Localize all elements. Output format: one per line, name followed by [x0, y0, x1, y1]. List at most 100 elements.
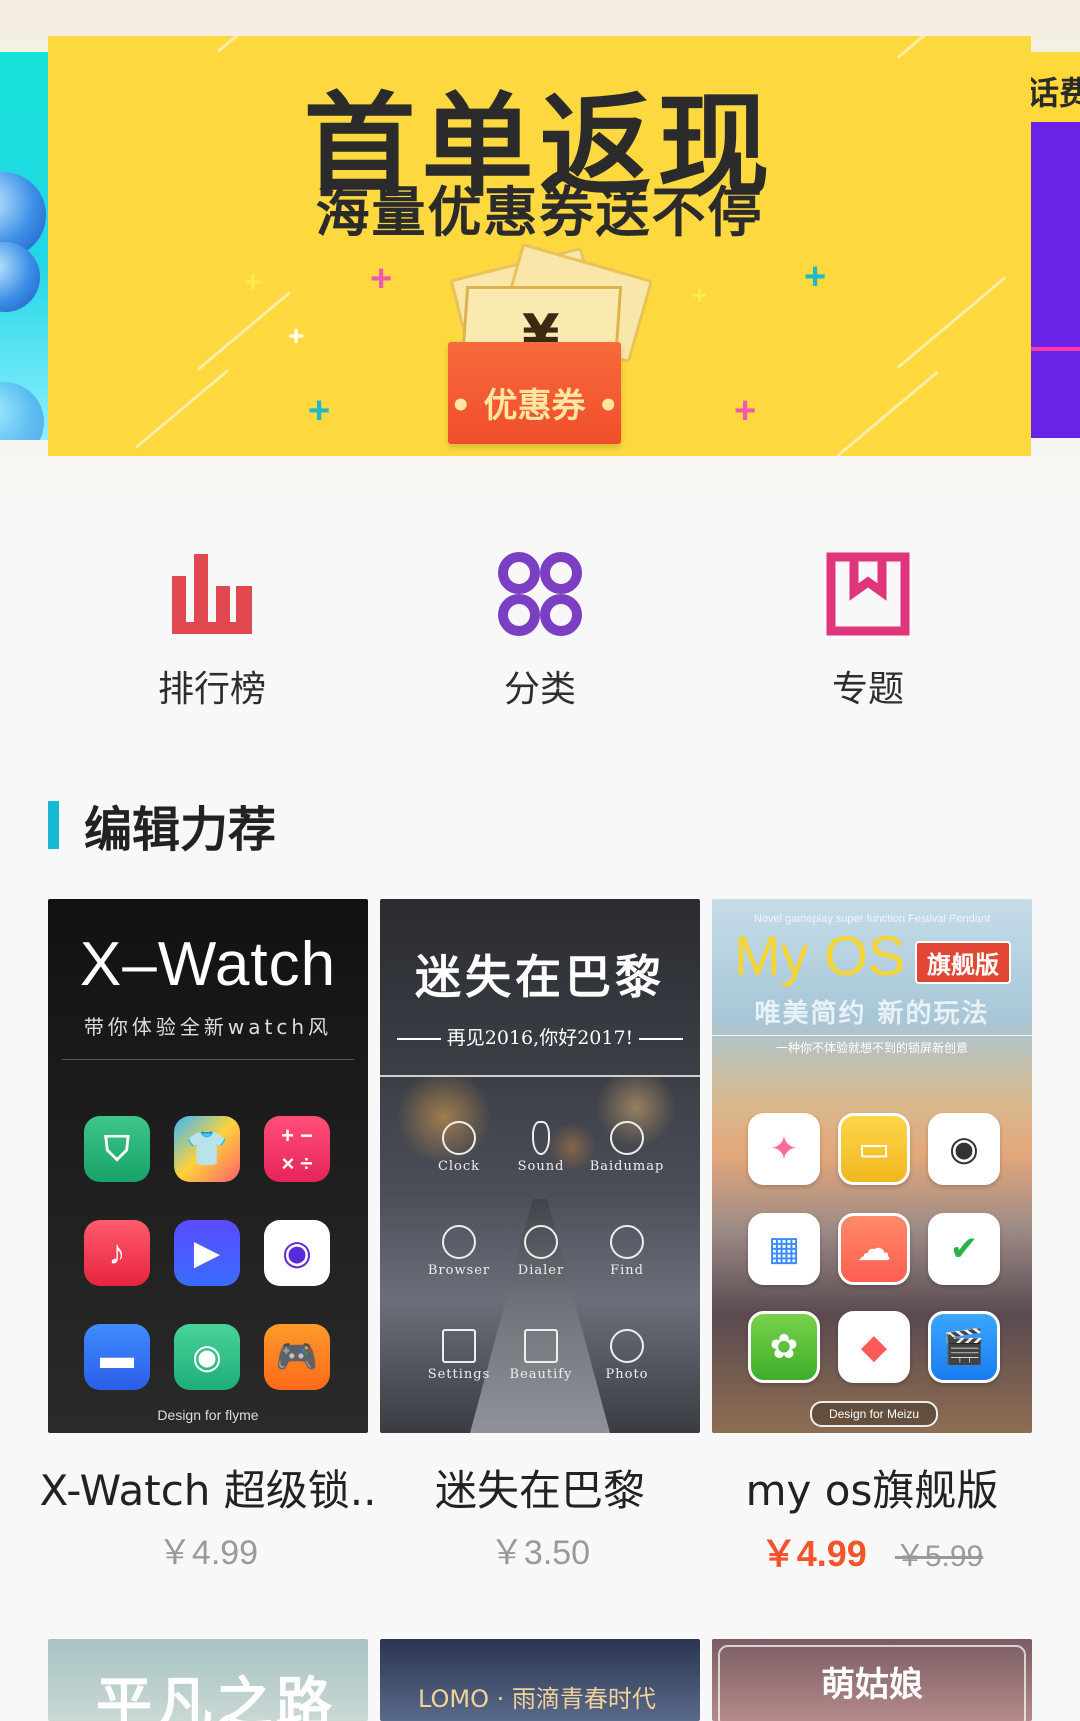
eye-icon: ◉: [174, 1324, 240, 1390]
shield-icon: ⛉: [84, 1116, 150, 1182]
thumb-subtitle: 带你体验全新watch风: [83, 1015, 333, 1039]
sound-icon: Sound: [496, 1121, 586, 1174]
original-price: ￥5.99: [894, 1540, 984, 1573]
banner-deco-line: [837, 370, 939, 456]
beautify-icon: Beautify: [496, 1329, 586, 1382]
bubble-decoration: [0, 242, 40, 312]
nav-topic[interactable]: 专题: [768, 548, 968, 710]
thumb-title: X–Watch: [79, 930, 337, 999]
thumb-title: 迷失在巴黎: [415, 950, 665, 1004]
thumb-footer: Design for Meizu: [810, 1401, 938, 1427]
theme-name: 迷失在巴黎: [434, 1466, 645, 1515]
nav-ranking-label: 排行榜: [157, 669, 266, 710]
promo-banner[interactable]: 首单返现 海量优惠券送不停 + + + + + + + ¥ • 优惠券 •: [48, 36, 1031, 456]
theme-price: ￥3.50: [489, 1534, 591, 1572]
shirt-icon: 👕: [174, 1116, 240, 1182]
next-banner-stripe: [1031, 347, 1080, 351]
bubble-decoration: [0, 382, 44, 440]
theme-name: my os旗舰版: [745, 1466, 999, 1515]
theme-thumbnail[interactable]: X–Watch 带你体验全新watch风 ⛉ 👕 + − × ÷ ♪ ▶ ◉ ▬ …: [48, 899, 368, 1433]
thumb-badge: 旗舰版: [915, 941, 1011, 984]
banner-subtitle: 海量优惠券送不停: [315, 181, 764, 244]
banner-deco-line: [897, 276, 1007, 369]
find-icon: Find: [582, 1225, 672, 1278]
thumb-title: 萌姑娘: [821, 1665, 923, 1705]
notes-icon: ▭: [838, 1113, 910, 1185]
icon-label: Find: [610, 1263, 644, 1278]
dialer-icon: Dialer: [496, 1225, 586, 1278]
security-shield-icon: ✔: [928, 1213, 1000, 1285]
clapper-icon: 🎬: [928, 1311, 1000, 1383]
theme-card-row2-3[interactable]: 萌姑娘: [712, 1639, 1032, 1721]
thumb-title: 平凡之路: [96, 1671, 336, 1721]
nav-category-label: 分类: [503, 669, 576, 710]
theme-card-row2-2[interactable]: LOMO · 雨滴青春时代: [380, 1639, 700, 1721]
plus-decoration: +: [308, 390, 331, 432]
camera-icon: ◉: [928, 1113, 1000, 1185]
thumb-divider: [62, 1059, 354, 1060]
plus-decoration: +: [288, 320, 305, 351]
theme-thumbnail[interactable]: 迷失在巴黎 再见2016,你好2017! Clock Sound Baiduma…: [380, 899, 700, 1433]
clock-icon: Clock: [414, 1121, 504, 1174]
apps-grid-icon: ▦: [748, 1213, 820, 1285]
gamepad-icon: 🎮: [264, 1324, 330, 1390]
banner-next-peek[interactable]: 话费 ⌄: [1031, 52, 1080, 438]
plus-decoration: +: [370, 258, 393, 300]
theme-card-row2-1[interactable]: 平凡之路: [48, 1639, 368, 1721]
thumb-footer: Design for flyme: [157, 1407, 259, 1423]
next-banner-text: 话费: [1031, 74, 1080, 112]
theme-thumbnail[interactable]: Novel gameplay super function Festival P…: [712, 899, 1032, 1433]
icon-label: Beautify: [509, 1367, 573, 1382]
icon-label: Dialer: [517, 1263, 565, 1278]
nav-topic-label: 专题: [831, 669, 904, 710]
plus-decoration: +: [692, 280, 708, 310]
thumb-tagline-small: 一种你不体验就想不到的锁屏新创意: [775, 1041, 968, 1055]
thumb-tagline: 唯美简约 新的玩法: [754, 999, 990, 1029]
music-icon: ♪: [84, 1220, 150, 1286]
sale-price: ￥4.99: [760, 1533, 867, 1574]
next-banner-body: ⌄: [1031, 122, 1080, 438]
video-icon: ▶: [174, 1220, 240, 1286]
browser-icon: Browser: [414, 1225, 504, 1278]
weather-icon: ☁: [838, 1213, 910, 1285]
theme-price: ￥4.99 ￥5.99: [712, 1525, 1032, 1577]
banner-deco-line: [197, 291, 291, 371]
banner-prev-peek[interactable]: [0, 52, 48, 440]
coupon-envelope: • 优惠券 •: [448, 342, 621, 444]
plus-decoration: +: [804, 256, 827, 298]
icon-label: Sound: [517, 1159, 565, 1174]
banner-deco-line: [217, 36, 247, 53]
feather-icon: ✦: [748, 1113, 820, 1185]
section-accent-bar: [48, 801, 59, 849]
theme-price: ￥4.99: [157, 1534, 259, 1572]
coupon-label: • 优惠券 •: [449, 386, 620, 426]
nav-category[interactable]: 分类: [440, 548, 640, 710]
icon-label: Browser: [427, 1263, 491, 1278]
icon-label: Settings: [427, 1367, 491, 1382]
thumb-divider: [380, 1075, 700, 1077]
grid-circles-icon: [498, 552, 582, 636]
icon-label: Photo: [605, 1367, 649, 1382]
camera-lens-icon: ◉: [264, 1220, 330, 1286]
plus-decoration: +: [734, 390, 757, 432]
map-pin-icon: ◆: [838, 1311, 910, 1383]
thumb-subtitle: 再见2016,你好2017!: [380, 1023, 700, 1050]
photo-icon: Photo: [582, 1329, 672, 1382]
flower-icon: ✿: [748, 1311, 820, 1383]
calculator-icon: + − × ÷: [264, 1116, 330, 1182]
section-title: 编辑力荐: [84, 802, 277, 858]
thumb-title: My OS: [734, 924, 906, 987]
thumb-divider: [712, 1035, 1032, 1036]
nav-ranking[interactable]: 排行榜: [112, 548, 312, 710]
plus-decoration: +: [244, 266, 262, 299]
icon-label: Baidumap: [589, 1159, 665, 1174]
chevron-down-icon: ⌄: [1039, 434, 1062, 438]
settings-icon: Settings: [414, 1329, 504, 1382]
bar-chart-icon: [172, 554, 252, 634]
bookmark-icon: [826, 552, 910, 636]
banner-deco-line: [135, 369, 229, 449]
theme-name: X-Watch 超级锁..: [39, 1466, 377, 1515]
baidumap-icon: Baidumap: [582, 1121, 672, 1174]
next-banner-top: 话费: [1031, 52, 1080, 122]
thumb-title: LOMO · 雨滴青春时代: [418, 1685, 656, 1713]
